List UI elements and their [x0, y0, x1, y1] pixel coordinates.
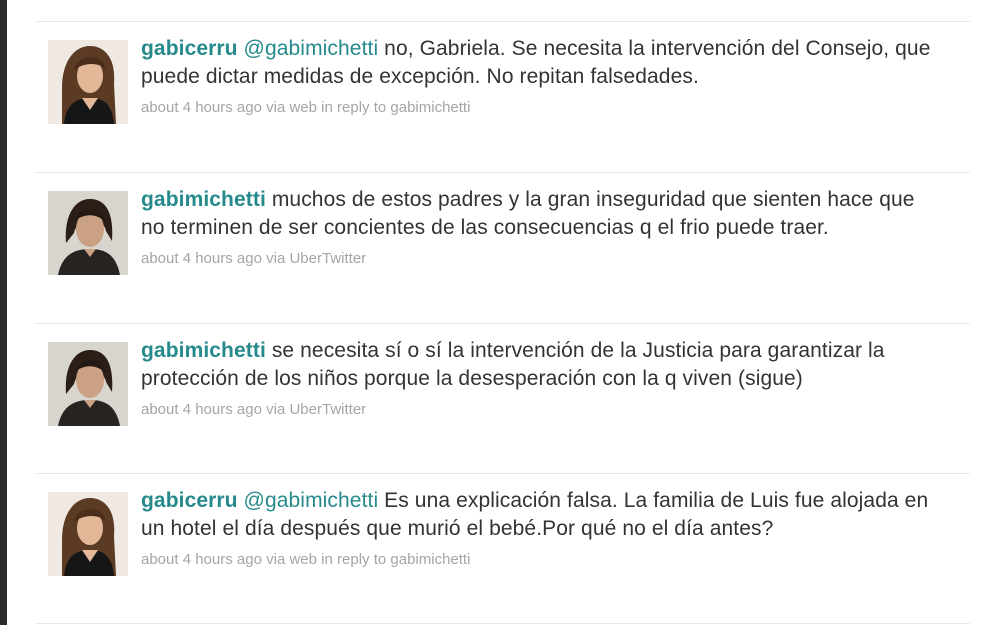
tweet-timestamp-link[interactable]: about 4 hours ago	[141, 401, 262, 418]
tweet-item: gabicerru @gabimichetti Es una explicaci…	[35, 489, 970, 625]
window-left-border	[0, 0, 7, 625]
tweet-screen-name-link[interactable]: gabicerru	[141, 37, 238, 60]
tweet-screen-name-link[interactable]: gabimichetti	[141, 339, 266, 362]
tweet-divider	[35, 172, 970, 173]
tweet-text: gabicerru @gabimichetti no, Gabriela. Se…	[141, 35, 931, 91]
woman-long-hair-avatar-icon[interactable]	[48, 40, 128, 124]
woman-short-hair-avatar-icon[interactable]	[48, 191, 128, 275]
tweet-meta: about 4 hours ago via UberTwitter	[141, 401, 931, 419]
tweet-in-reply-to-link[interactable]: gabimichetti	[390, 99, 470, 116]
tweet-item: gabimichetti se necesita sí o sí la inte…	[35, 339, 970, 492]
tweet-timestamp-link[interactable]: about 4 hours ago	[141, 250, 262, 267]
tweet-in-reply-to-label: in reply to	[321, 99, 387, 116]
tweet-timeline: gabicerru @gabimichetti no, Gabriela. Se…	[7, 0, 1000, 625]
tweet-via-label: via	[266, 250, 286, 267]
tweet-in-reply-to-label: in reply to	[321, 551, 387, 568]
tweet-source-link[interactable]: UberTwitter	[289, 250, 366, 267]
tweet-in-reply-to-link[interactable]: gabimichetti	[390, 551, 470, 568]
tweet-divider	[35, 21, 970, 22]
tweet-via-label: via	[266, 401, 286, 418]
tweet-screen-name-link[interactable]: gabicerru	[141, 489, 238, 512]
tweet-divider	[35, 473, 970, 474]
tweet-mention-link[interactable]: @gabimichetti	[244, 37, 379, 60]
tweet-source-link[interactable]: UberTwitter	[289, 401, 366, 418]
woman-long-hair-avatar-icon[interactable]	[48, 492, 128, 576]
tweet-text: gabimichetti muchos de estos padres y la…	[141, 186, 931, 242]
tweet-divider	[35, 323, 970, 324]
tweet-meta: about 4 hours ago via UberTwitter	[141, 250, 931, 268]
tweet-item: gabimichetti muchos de estos padres y la…	[35, 188, 970, 341]
tweet-via-label: via	[266, 99, 286, 116]
tweet-meta: about 4 hours ago via web in reply to ga…	[141, 551, 931, 569]
tweet-via-label: via	[266, 551, 286, 568]
woman-short-hair-avatar-icon[interactable]	[48, 342, 128, 426]
tweet-source: web	[289, 551, 317, 568]
tweet-meta: about 4 hours ago via web in reply to ga…	[141, 99, 931, 117]
tweet-timestamp-link[interactable]: about 4 hours ago	[141, 551, 262, 568]
previous-tweet-meta-fragment	[142, 0, 292, 4]
tweet-source: web	[289, 99, 317, 116]
tweet-text: gabimichetti se necesita sí o sí la inte…	[141, 337, 931, 393]
tweet-mention-link[interactable]: @gabimichetti	[244, 489, 379, 512]
tweet-divider	[35, 623, 970, 624]
tweet-text: gabicerru @gabimichetti Es una explicaci…	[141, 487, 931, 543]
tweet-timestamp-link[interactable]: about 4 hours ago	[141, 99, 262, 116]
tweet-screen-name-link[interactable]: gabimichetti	[141, 188, 266, 211]
tweet-item: gabicerru @gabimichetti no, Gabriela. Se…	[35, 37, 970, 190]
